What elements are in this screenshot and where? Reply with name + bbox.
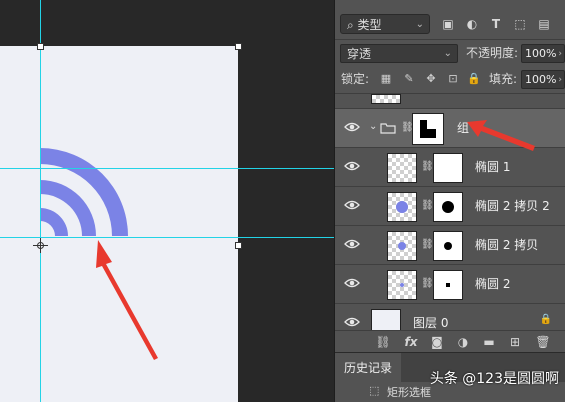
transform-handle-top-left[interactable] (37, 43, 44, 50)
wifi-arcs (40, 148, 128, 236)
layers-panel: ⌕ 类型 ⌄ ▣ ◐ T ⬚ ▤ 穿透 ⌄ 不透明度: 100% › 锁定: ▦… (334, 0, 565, 402)
new-group-icon[interactable]: ▬ (481, 334, 497, 350)
history-item-label: 矩形选框 (387, 386, 431, 399)
marquee-icon: ⬚ (369, 384, 380, 397)
watermark: 头条 @123是圆圆啊 (429, 371, 559, 387)
layers-bottom-toolbar: ⛓ fx ◙ ◑ ▬ ⊞ 🗑 (335, 330, 565, 352)
transform-pivot-icon[interactable] (33, 238, 48, 253)
artwork-layer (40, 148, 158, 360)
link-layers-icon[interactable]: ⛓ (375, 334, 391, 350)
fx-icon[interactable]: fx (403, 334, 419, 350)
guide-vertical[interactable] (40, 0, 41, 402)
transform-handle-top-right[interactable] (235, 43, 242, 50)
arc-inner (40, 208, 68, 236)
adjustment-layer-icon[interactable]: ◑ (455, 334, 471, 350)
delete-layer-icon[interactable]: 🗑 (535, 334, 551, 350)
add-mask-icon[interactable]: ◙ (429, 334, 445, 350)
new-layer-icon[interactable]: ⊞ (507, 334, 523, 350)
document-canvas-area[interactable] (0, 0, 334, 402)
tab-history[interactable]: 历史记录 (335, 353, 401, 383)
arc-middle (40, 180, 96, 236)
transform-handle-mid-right[interactable] (235, 242, 242, 249)
guide-horizontal-2[interactable] (0, 237, 334, 238)
guide-horizontal-1[interactable] (0, 168, 334, 169)
annotation-arrow (96, 240, 158, 360)
